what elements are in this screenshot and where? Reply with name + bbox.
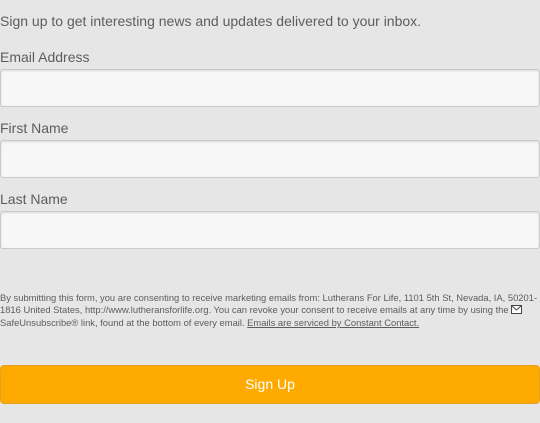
consent-text: By submitting this form, you are consent… <box>0 292 538 315</box>
last-name-label: Last Name <box>0 191 68 207</box>
intro-text: Sign up to get interesting news and upda… <box>0 13 422 29</box>
constant-contact-link[interactable]: Emails are serviced by Constant Contact. <box>247 317 419 328</box>
consent-text-after: link, found at the bottom of every email… <box>80 317 245 328</box>
email-label: Email Address <box>0 49 90 65</box>
safeunsubscribe-text: SafeUnsubscribe® <box>0 317 79 328</box>
first-name-label: First Name <box>0 120 69 136</box>
first-name-field[interactable] <box>0 140 540 178</box>
sign-up-button[interactable]: Sign Up <box>0 365 540 404</box>
email-field[interactable] <box>0 69 540 107</box>
envelope-icon <box>511 305 523 317</box>
last-name-field[interactable] <box>0 211 540 249</box>
consent-notice: By submitting this form, you are consent… <box>0 292 540 329</box>
